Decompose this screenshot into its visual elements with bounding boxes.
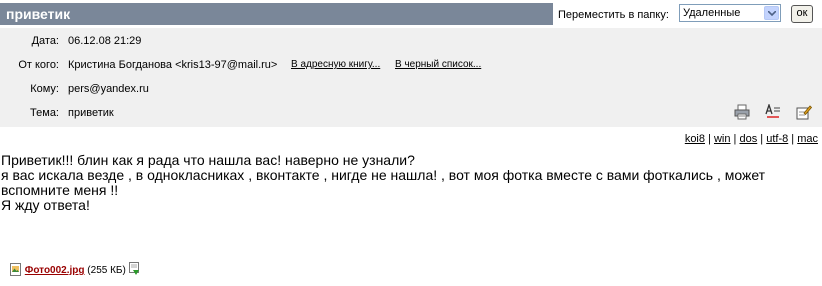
printer-icon[interactable]	[734, 104, 750, 120]
edit-icon[interactable]	[796, 104, 813, 120]
subject-label: Тема:	[30, 107, 59, 119]
encoding-separator: |	[757, 133, 767, 145]
to-label: Кому:	[30, 83, 59, 95]
image-file-icon	[10, 263, 21, 276]
encoding-koi8-link[interactable]: koi8	[685, 133, 705, 145]
encoding-mac-link[interactable]: mac	[797, 133, 818, 145]
body-line: Я жду ответа!	[1, 197, 90, 213]
move-ok-button[interactable]: ок	[791, 5, 813, 23]
chevron-down-icon[interactable]	[764, 6, 779, 20]
attachment-size: (255 КБ)	[87, 265, 126, 276]
date-label: Дата:	[31, 35, 59, 47]
message-body: Приветик!!! блин как я рада что нашла ва…	[1, 153, 816, 213]
body-line: Приветик!!! блин как я рада что нашла ва…	[1, 152, 415, 168]
download-icon[interactable]	[128, 262, 140, 276]
move-to-folder-panel: Переместить в папку: Удаленные ок	[553, 3, 822, 25]
body-line: я вас искала везде , в однокласниках , в…	[1, 167, 766, 183]
from-label: От кого:	[18, 59, 59, 71]
attachment-item: Фото002.jpg (255 КБ)	[10, 262, 140, 276]
header-row-subject: Тема: приветик	[0, 100, 822, 124]
encoding-win-link[interactable]: win	[714, 133, 731, 145]
folder-select-value: Удаленные	[683, 7, 741, 19]
to-value: pers@yandex.ru	[68, 83, 149, 95]
message-header: Дата: 06.12.08 21:29 От кого: Кристина Б…	[0, 28, 822, 127]
header-row-from: От кого: Кристина Богданова <kris13-97@m…	[0, 52, 822, 76]
header-row-to: Кому: pers@yandex.ru	[0, 76, 822, 100]
header-row-date: Дата: 06.12.08 21:29	[0, 28, 822, 52]
from-value: Кристина Богданова <kris13-97@mail.ru>	[68, 59, 278, 71]
subject-value: приветик	[68, 107, 114, 119]
encoding-separator: |	[705, 133, 714, 145]
date-value: 06.12.08 21:29	[68, 35, 142, 47]
encoding-dos-link[interactable]: dos	[739, 133, 757, 145]
encoding-utf8-link[interactable]: utf-8	[766, 133, 788, 145]
message-title-bar: приветик Переместить в папку: Удаленные …	[0, 0, 822, 28]
add-to-address-book-link[interactable]: В адресную книгу...	[291, 59, 380, 71]
move-to-folder-label: Переместить в папку:	[558, 9, 669, 21]
add-to-blacklist-link[interactable]: В черный список...	[395, 59, 481, 71]
body-line: вспомните меня !!	[1, 182, 119, 198]
attachment-name-link[interactable]: Фото002.jpg	[25, 265, 85, 276]
folder-select[interactable]: Удаленные	[679, 4, 781, 22]
spellcheck-icon[interactable]	[765, 102, 781, 120]
encoding-switcher: koi8 | win | dos | utf-8 | mac	[685, 133, 818, 145]
encoding-separator: |	[788, 133, 798, 145]
message-subject-title: приветик	[6, 6, 71, 22]
subject-header-strip: приветик	[0, 3, 553, 25]
